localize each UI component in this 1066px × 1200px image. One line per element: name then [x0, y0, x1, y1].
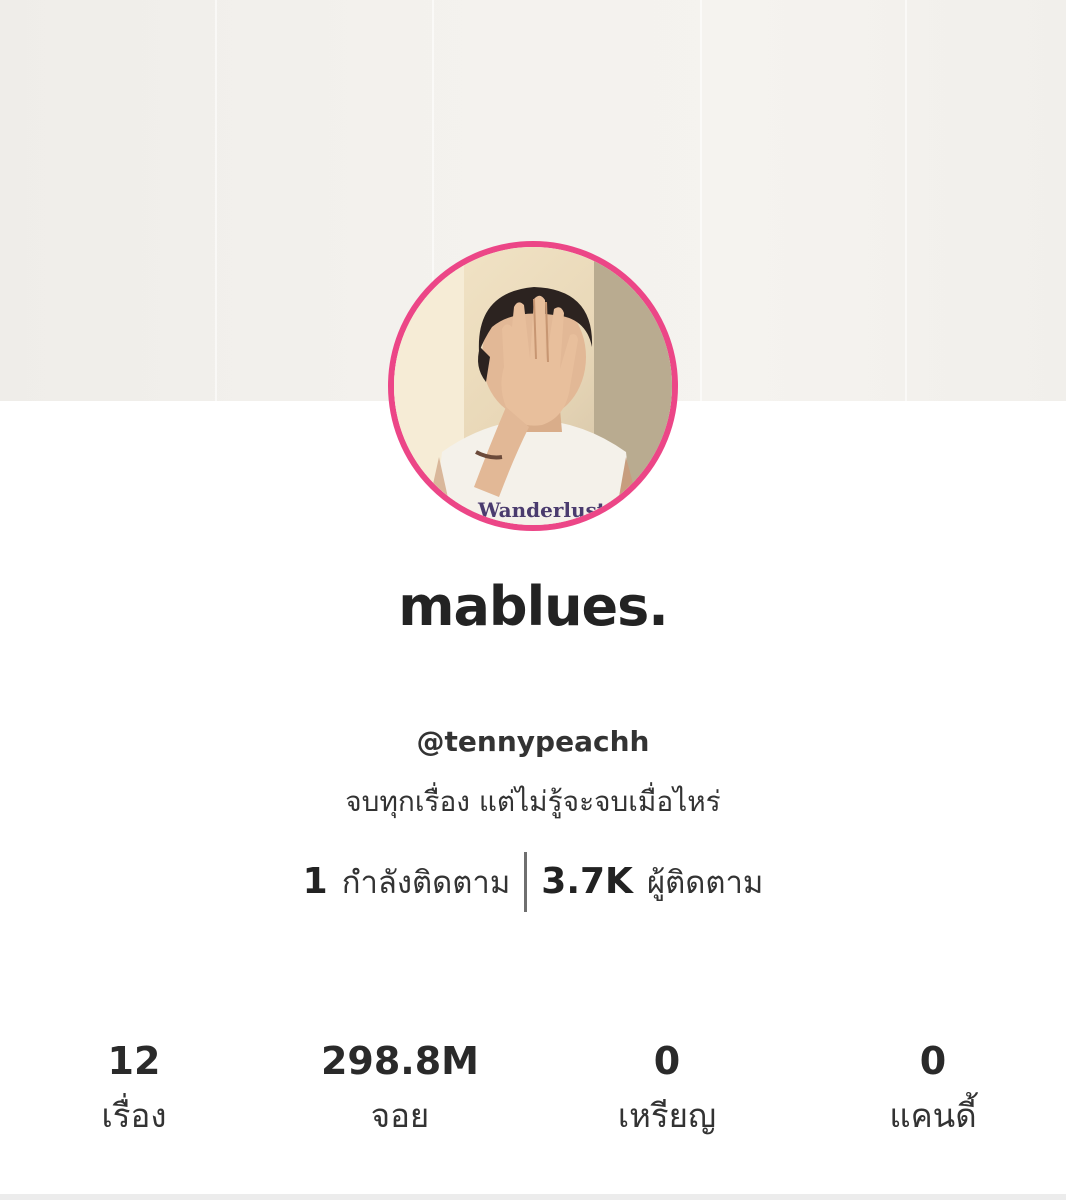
- following-link[interactable]: 1 กำลังติดตาม: [303, 857, 511, 907]
- stat-value: 298.8M: [320, 1039, 479, 1083]
- profile-display-name: mablues.: [398, 575, 669, 638]
- following-label: กำลังติดตาม: [341, 865, 511, 901]
- section-divider: [0, 1194, 1066, 1200]
- stat-candy[interactable]: 0 แคนดี้: [833, 1036, 1033, 1146]
- stat-label: เหรียญ: [617, 1096, 717, 1135]
- stat-coins[interactable]: 0 เหรียญ: [567, 1036, 767, 1146]
- follow-divider: [524, 852, 528, 912]
- stat-label: จอย: [370, 1096, 430, 1135]
- following-count: 1: [302, 861, 328, 902]
- profile-handle: @tennypeachh: [416, 725, 650, 758]
- follow-stats: 1 กำลังติดตาม 3.7K ผู้ติดตาม: [0, 852, 1066, 912]
- avatar-photo: Wanderlust: [394, 247, 672, 525]
- followers-label: ผู้ติดตาม: [646, 865, 764, 901]
- stat-label: เรื่อง: [101, 1096, 167, 1135]
- stat-joy[interactable]: 298.8M จอย: [300, 1036, 500, 1146]
- stat-value: 12: [107, 1039, 161, 1083]
- stat-label: แคนดี้: [889, 1096, 977, 1135]
- stat-value: 0: [653, 1039, 681, 1083]
- profile-bio: จบทุกเรื่อง แต่ไม่รู้จะจบเมื่อไหร่: [345, 785, 721, 818]
- followers-link[interactable]: 3.7K ผู้ติดตาม: [541, 857, 763, 907]
- stat-stories[interactable]: 12 เรื่อง: [34, 1036, 234, 1146]
- followers-count: 3.7K: [541, 861, 633, 902]
- profile-avatar[interactable]: Wanderlust: [388, 241, 678, 531]
- profile-stats: 12 เรื่อง 298.8M จอย 0 เหรียญ 0 แคนดี้: [0, 1036, 1066, 1156]
- stat-value: 0: [919, 1039, 947, 1083]
- shirt-print-text: Wanderlust: [477, 498, 607, 522]
